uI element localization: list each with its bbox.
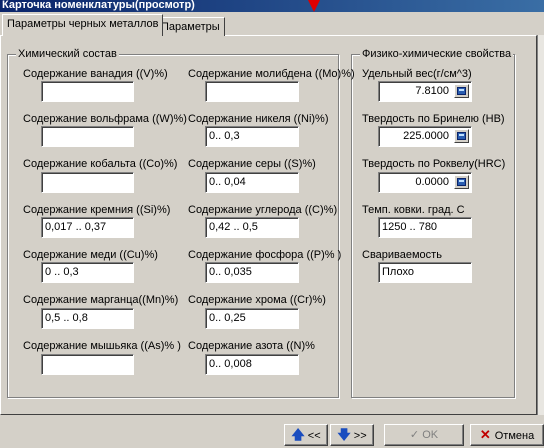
weldability-label: Свариваемость — [362, 249, 442, 261]
nickel-field[interactable]: 0.. 0,3 — [205, 126, 299, 147]
phosphorus-field[interactable]: 0.. 0,035 — [205, 262, 299, 283]
density-value: 7.8100 — [415, 85, 449, 97]
weldability-field[interactable]: Плохо — [378, 262, 472, 283]
ok-button[interactable]: ✓ OK — [384, 424, 464, 446]
nitrogen-field[interactable]: 0.. 0,008 — [205, 354, 299, 375]
density-label: Удельный вес(г/см^3) — [362, 68, 472, 80]
manganese-label: Содержание марганца((Mn)%) — [23, 294, 179, 306]
nickel-label: Содержание никеля ((Ni)%) — [188, 113, 329, 125]
rockwell-label: Твердость по Роквелу(HRC) — [362, 158, 506, 170]
checkmark-icon: ✓ — [409, 429, 420, 441]
carbon-label: Содержание углерода ((C)%) — [188, 204, 338, 216]
vanadium-field[interactable] — [41, 81, 134, 102]
cancel-button[interactable]: ✕ Отмена — [470, 424, 544, 446]
calculator-icon[interactable] — [454, 175, 469, 189]
arsenic-field[interactable] — [41, 354, 134, 375]
cobalt-field[interactable] — [41, 172, 134, 193]
molybdenum-label: Содержание молибдена ((Mo)%) — [188, 68, 355, 80]
copper-label: Содержание меди ((Cu)%) — [23, 249, 158, 261]
tab-panel: Химический состав Физико-химические свой… — [0, 35, 537, 415]
rockwell-value: 0.0000 — [415, 176, 449, 188]
prev-button-label: << — [307, 430, 321, 442]
window-title: Карточка номенклатуры(просмотр) — [0, 0, 544, 12]
arrow-down-icon: 🡇 — [337, 427, 351, 442]
sulfur-label: Содержание серы ((S)%) — [188, 158, 316, 170]
tab-params[interactable]: Параметры — [156, 17, 225, 36]
close-icon: ✕ — [479, 427, 491, 442]
brinell-value: 225.0000 — [403, 130, 449, 142]
nitrogen-label: Содержание азота ((N)% — [188, 340, 315, 352]
brinell-field[interactable]: 225.0000 — [378, 126, 472, 147]
red-marker-icon — [308, 0, 320, 12]
calculator-icon[interactable] — [454, 129, 469, 143]
vanadium-label: Содержание ванадия ((V)%) — [23, 68, 168, 80]
molybdenum-field[interactable] — [205, 81, 299, 102]
ok-button-label: OK — [422, 429, 439, 441]
cobalt-label: Содержание кобальта ((Co)%) — [23, 158, 178, 170]
chromium-label: Содержание хрома ((Cr)%) — [188, 294, 326, 306]
sulfur-field[interactable]: 0.. 0,04 — [205, 172, 299, 193]
calculator-icon[interactable] — [454, 84, 469, 98]
next-button[interactable]: 🡇 >> — [330, 424, 374, 446]
tungsten-label: Содержание вольфрама ((W)%) — [23, 113, 187, 125]
next-button-label: >> — [353, 430, 367, 442]
silicon-field[interactable]: 0,017 .. 0,37 — [41, 217, 134, 238]
forging-temp-label: Темп. ковки. град. С — [362, 204, 465, 216]
arrow-up-icon: 🡅 — [291, 427, 305, 442]
tungsten-field[interactable] — [41, 126, 134, 147]
arsenic-label: Содержание мышьяка ((As)% ) — [23, 340, 181, 352]
prev-button[interactable]: 🡅 << — [284, 424, 328, 446]
tab-ferrous-params[interactable]: Параметры черных металлов — [2, 14, 164, 36]
chem-group-title: Химический состав — [16, 48, 119, 60]
brinell-label: Твердость по Бринелю (HB) — [362, 113, 505, 125]
density-field[interactable]: 7.8100 — [378, 81, 472, 102]
copper-field[interactable]: 0 .. 0,3 — [41, 262, 134, 283]
silicon-label: Содержание кремния ((Si)%) — [23, 204, 171, 216]
cancel-button-label: Отмена — [494, 430, 535, 442]
manganese-field[interactable]: 0,5 .. 0,8 — [41, 308, 134, 329]
carbon-field[interactable]: 0,42 .. 0,5 — [205, 217, 299, 238]
scrollbar[interactable] — [537, 35, 544, 415]
phys-group-title: Физико-химические свойства — [360, 48, 514, 60]
forging-temp-field[interactable]: 1250 .. 780 — [378, 217, 472, 238]
rockwell-field[interactable]: 0.0000 — [378, 172, 472, 193]
chromium-field[interactable]: 0.. 0,25 — [205, 308, 299, 329]
phosphorus-label: Содержание фосфора ((P)% ) — [188, 249, 342, 261]
